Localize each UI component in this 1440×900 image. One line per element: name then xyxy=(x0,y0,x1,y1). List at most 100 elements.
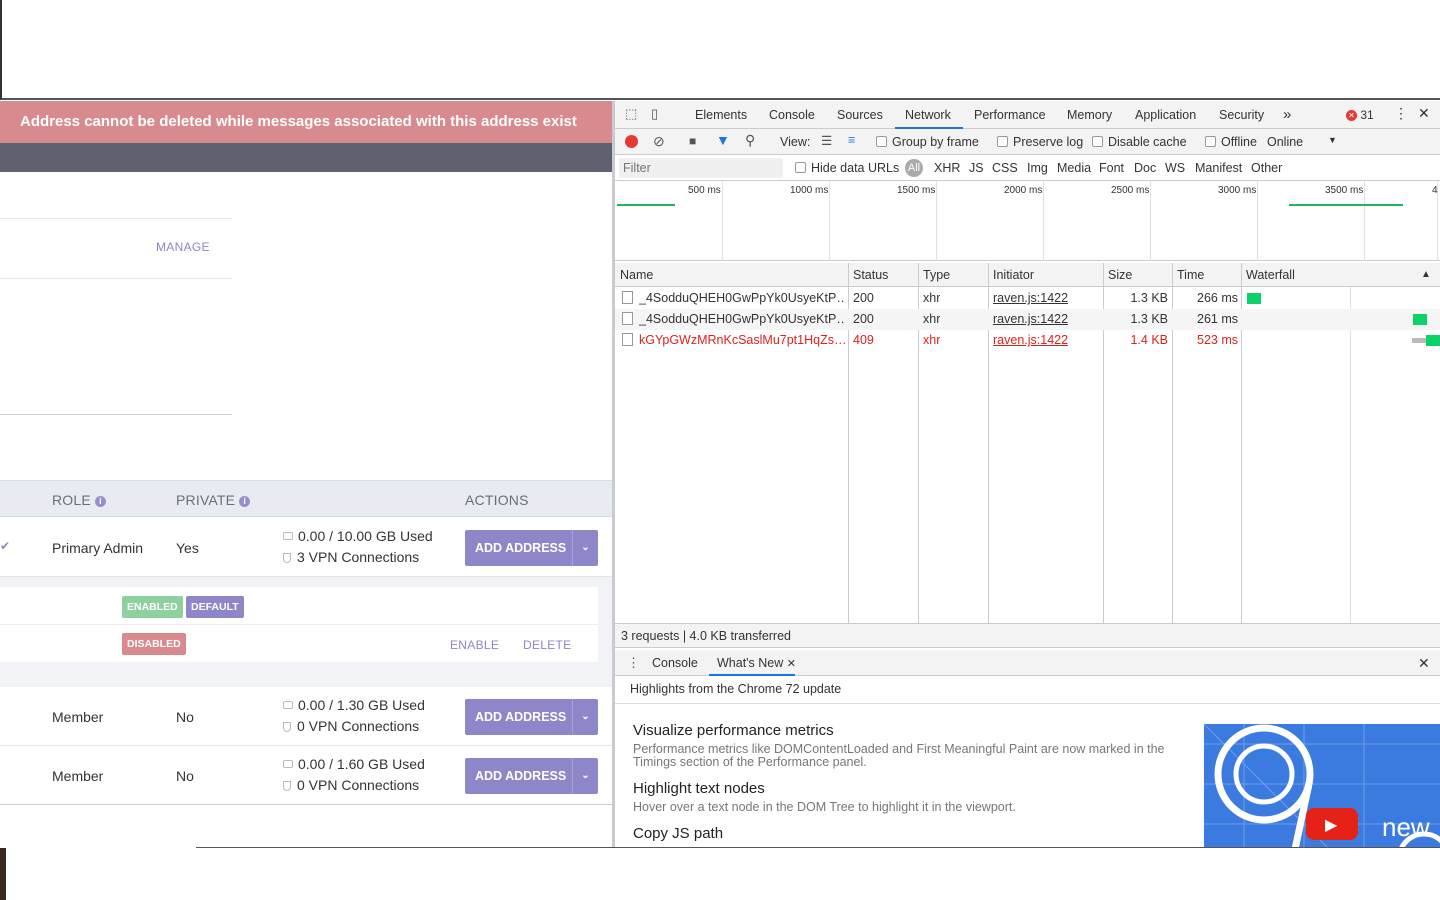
request-initiator-link[interactable]: raven.js:1422 xyxy=(993,330,1068,351)
overview-tick-label: 4 xyxy=(1432,185,1438,196)
member-usage: 0.00 / 1.60 GB Used 0 VPN Connections xyxy=(283,754,425,796)
delete-link[interactable]: DELETE xyxy=(523,638,571,652)
request-initiator-link[interactable]: raven.js:1422 xyxy=(993,288,1068,309)
drawer-tab-whats-new[interactable]: What's New ✕ xyxy=(717,656,796,670)
waterfall-view-icon[interactable]: ≡ xyxy=(848,133,855,147)
filter-ws[interactable]: WS xyxy=(1165,161,1185,175)
chevron-down-icon: ▼ xyxy=(1328,135,1337,145)
filter-doc[interactable]: Doc xyxy=(1134,161,1156,175)
play-button[interactable]: ▶ xyxy=(1306,808,1358,840)
waterfall-wait-bar xyxy=(1412,338,1426,343)
chevron-down-icon[interactable]: ⌄ xyxy=(572,758,598,794)
add-address-button[interactable]: ADD ADDRESS ⌄ xyxy=(465,530,598,566)
filter-media[interactable]: Media xyxy=(1057,161,1091,175)
close-tab-icon[interactable]: ✕ xyxy=(787,658,796,670)
table-row: Member No 0.00 / 1.60 GB Used 0 VPN Conn… xyxy=(0,746,614,805)
filter-font[interactable]: Font xyxy=(1099,161,1124,175)
camera-icon[interactable]: ■ xyxy=(689,134,696,148)
search-icon[interactable]: ⚲ xyxy=(745,132,755,149)
tab-console[interactable]: Console xyxy=(769,108,815,122)
chevron-down-icon[interactable]: ⌄ xyxy=(572,530,598,566)
requests-table-header: Name Status Type Initiator Size Time Wat… xyxy=(615,263,1440,287)
request-row-error[interactable]: kGYpGWzMRnKcSaslMu7pt1HqZs… 409 xhr rave… xyxy=(615,330,1440,351)
sort-ascending-icon[interactable]: ▲ xyxy=(1421,269,1431,280)
large-rows-icon[interactable]: ☰ xyxy=(821,133,832,148)
throttling-select[interactable]: Online ▼ xyxy=(1267,135,1339,149)
drawer-tab-console[interactable]: Console xyxy=(652,656,698,670)
tab-elements[interactable]: Elements xyxy=(695,108,747,122)
tab-application[interactable]: Application xyxy=(1135,108,1196,122)
app-panel: Address cannot be deleted while messages… xyxy=(0,101,614,848)
tab-memory[interactable]: Memory xyxy=(1067,108,1112,122)
tab-network[interactable]: Network xyxy=(905,108,951,122)
group-by-frame-checkbox[interactable]: Group by frame xyxy=(876,135,979,149)
divider xyxy=(0,624,598,625)
request-initiator-link[interactable]: raven.js:1422 xyxy=(993,309,1068,330)
filter-img[interactable]: Img xyxy=(1027,161,1048,175)
filter-all[interactable]: All xyxy=(905,159,923,177)
enable-link[interactable]: ENABLE xyxy=(450,638,499,652)
drawer-menu-icon[interactable]: ⋮ xyxy=(627,655,640,671)
request-row[interactable]: _4SodduQHEH0GwPpYk0UsyeKtP… 200 xhr rave… xyxy=(615,288,1440,309)
record-icon[interactable] xyxy=(625,135,638,148)
info-icon[interactable]: i xyxy=(239,496,251,507)
filter-other[interactable]: Other xyxy=(1251,161,1282,175)
divider xyxy=(0,218,232,219)
error-counter[interactable]: ✕ 31 xyxy=(1346,108,1374,122)
overview-tick-label: 500 ms xyxy=(688,185,721,196)
kebab-menu-icon[interactable]: ⋮ xyxy=(1394,105,1408,122)
vpn-connections: 0 VPN Connections xyxy=(297,777,420,793)
offline-checkbox[interactable]: Offline xyxy=(1205,135,1257,149)
waterfall-bar[interactable] xyxy=(1247,293,1261,304)
filter-xhr[interactable]: XHR xyxy=(934,161,960,175)
tab-performance[interactable]: Performance xyxy=(974,108,1046,122)
tab-security[interactable]: Security xyxy=(1219,108,1264,122)
inspect-element-icon[interactable]: ⬚ xyxy=(625,106,637,122)
column-name[interactable]: Name xyxy=(620,268,653,282)
column-time[interactable]: Time xyxy=(1177,268,1204,282)
waterfall-bar[interactable] xyxy=(1426,335,1440,346)
disable-cache-checkbox[interactable]: Disable cache xyxy=(1092,135,1187,149)
tab-sources[interactable]: Sources xyxy=(837,108,883,122)
feature-title[interactable]: Highlight text nodes xyxy=(633,780,765,797)
table-row: ✔ Primary Admin Yes 0.00 / 10.00 GB Used… xyxy=(0,518,614,577)
filter-manifest[interactable]: Manifest xyxy=(1195,161,1242,175)
vpn-connections: 3 VPN Connections xyxy=(297,549,420,565)
feature-title[interactable]: Visualize performance metrics xyxy=(633,722,834,739)
member-usage: 0.00 / 10.00 GB Used 3 VPN Connections xyxy=(283,526,433,568)
addresses-card: ENABLED DEFAULT DISABLED ENABLE DELETE xyxy=(0,587,598,662)
devtools-panel: ⬚ ▯ Elements Console Sources Network Per… xyxy=(614,101,1440,848)
info-icon[interactable]: i xyxy=(94,496,106,507)
close-drawer-icon[interactable]: ✕ xyxy=(1418,655,1430,672)
filter-icon[interactable]: ▼ xyxy=(716,132,730,148)
manage-link[interactable]: MANAGE xyxy=(156,240,210,254)
close-icon[interactable]: ✕ xyxy=(1418,105,1430,122)
filter-js[interactable]: JS xyxy=(969,161,984,175)
vpn-icon xyxy=(283,722,291,732)
add-address-button[interactable]: ADD ADDRESS ⌄ xyxy=(465,758,598,794)
column-initiator[interactable]: Initiator xyxy=(993,268,1034,282)
waterfall-bar[interactable] xyxy=(1413,314,1427,325)
network-overview[interactable]: 500 ms 1000 ms 1500 ms 2000 ms 2500 ms 3… xyxy=(615,181,1440,261)
request-name: _4SodduQHEH0GwPpYk0UsyeKtP… xyxy=(639,291,845,305)
more-tabs-icon[interactable]: » xyxy=(1283,106,1291,123)
column-waterfall[interactable]: Waterfall xyxy=(1246,268,1295,282)
column-status[interactable]: Status xyxy=(853,268,888,282)
video-thumbnail[interactable]: ▶ new xyxy=(1204,724,1440,848)
feature-title[interactable]: Copy JS path xyxy=(633,825,723,842)
request-row[interactable]: _4SodduQHEH0GwPpYk0UsyeKtP… 200 xhr rave… xyxy=(615,309,1440,330)
filter-css[interactable]: CSS xyxy=(992,161,1018,175)
chevron-down-icon[interactable]: ⌄ xyxy=(572,699,598,735)
clear-icon[interactable]: ⊘ xyxy=(653,133,665,150)
column-size[interactable]: Size xyxy=(1108,268,1132,282)
column-type[interactable]: Type xyxy=(923,268,950,282)
request-size: 1.3 KB xyxy=(1130,312,1168,326)
hide-data-urls-checkbox[interactable]: Hide data URLs xyxy=(795,161,899,175)
error-notification[interactable]: Address cannot be deleted while messages… xyxy=(0,101,614,143)
request-type: xhr xyxy=(923,333,941,347)
whats-new-header: Highlights from the Chrome 72 update xyxy=(615,676,1440,704)
filter-input[interactable] xyxy=(619,158,783,178)
add-address-button[interactable]: ADD ADDRESS ⌄ xyxy=(465,699,598,735)
preserve-log-checkbox[interactable]: Preserve log xyxy=(997,135,1083,149)
device-toolbar-icon[interactable]: ▯ xyxy=(651,106,658,122)
